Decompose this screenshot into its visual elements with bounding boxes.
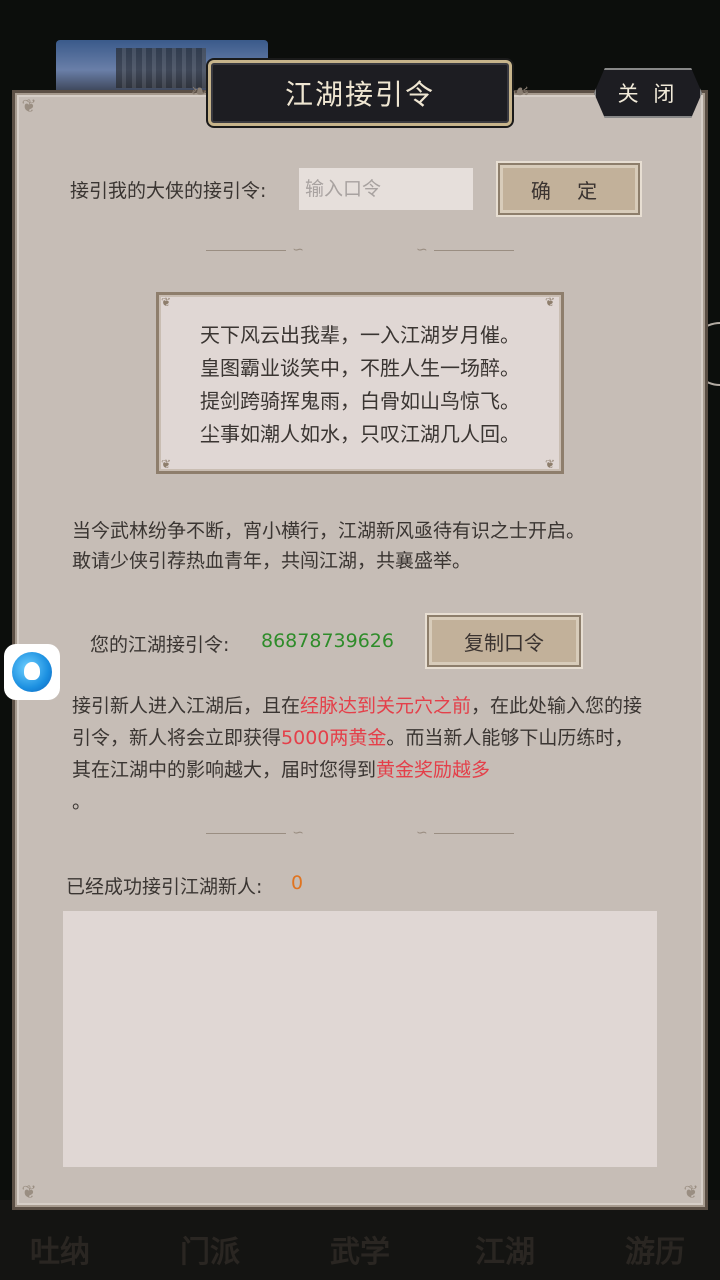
description-text: 当今武林纷争不断，宵小横行，江湖新风亟待有识之士开启。 敢请少侠引荐热血青年，共…: [72, 516, 672, 576]
description-line: 敢请少侠引荐热血青年，共闯江湖，共襄盛举。: [72, 550, 472, 572]
rule-text: 接引新人进入江湖后，且在: [72, 695, 301, 717]
rule-highlight: 黄金奖励越多: [376, 759, 491, 781]
dialog-title: 江湖接引令: [208, 60, 512, 126]
corner-ornament-icon: ❦: [545, 295, 556, 309]
poem-box: ❦ ❦ ❦ ❦ 天下风云出我辈，一入江湖岁月催。 皇图霸业谈笑中，不胜人生一场醉…: [156, 292, 564, 474]
description-line: 当今武林纷争不断，宵小横行，江湖新风亟待有识之士开启。: [72, 520, 586, 542]
assistant-float-button[interactable]: [4, 644, 60, 700]
corner-ornament-icon: ❦: [21, 96, 37, 117]
rule-highlight: 经脉达到关元穴之前: [300, 695, 472, 717]
assistant-logo-icon: [12, 652, 52, 692]
confirm-button[interactable]: 确 定: [498, 163, 640, 215]
title-ornament-left-icon: ❧: [190, 79, 208, 103]
corner-ornament-icon: ❦: [161, 295, 172, 309]
your-code-value: 86878739626: [261, 630, 394, 652]
rule-highlight: 5000两黄金: [281, 727, 387, 749]
poem-line: 皇图霸业谈笑中，不胜人生一场醉。: [200, 356, 520, 380]
copy-code-button[interactable]: 复制口令: [427, 615, 581, 667]
your-code-label: 您的江湖接引令:: [90, 634, 230, 656]
nav-item-youli: 游历: [625, 1235, 685, 1270]
corner-ornament-icon: ❦: [545, 457, 556, 471]
nav-item-jianghu: 江湖: [475, 1235, 535, 1270]
poem-line: 提剑跨骑挥鬼雨，白骨如山鸟惊飞。: [200, 389, 520, 413]
close-button[interactable]: 关 闭: [594, 68, 702, 118]
nav-item-menpai: 门派: [180, 1235, 240, 1270]
nav-item-tuna: 吐纳: [30, 1235, 90, 1270]
poem-line: 天下风云出我辈，一入江湖岁月催。: [200, 323, 520, 347]
nav-item-wuxue: 武学: [330, 1235, 390, 1270]
invited-players-list[interactable]: [63, 911, 657, 1167]
ornament-divider: ∽ ∽: [206, 826, 514, 840]
ornament-divider: ∽ ∽: [206, 243, 514, 257]
rule-text: 。: [72, 791, 92, 813]
success-count-value: 0: [291, 872, 304, 894]
corner-ornament-icon: ❦: [683, 1182, 699, 1203]
corner-ornament-icon: ❦: [161, 457, 172, 471]
title-ornament-right-icon: ☙: [512, 79, 530, 103]
success-count-label: 已经成功接引江湖新人:: [66, 876, 263, 898]
invite-code-label: 接引我的大侠的接引令:: [70, 180, 267, 202]
corner-ornament-icon: ❦: [21, 1182, 37, 1203]
invite-code-input[interactable]: [299, 168, 473, 210]
reward-rule-text: 接引新人进入江湖后，且在经脉达到关元穴之前，在此处输入您的接引令，新人将会立即获…: [72, 690, 652, 818]
poem-line: 尘事如潮人如水，只叹江湖几人回。: [200, 422, 520, 446]
